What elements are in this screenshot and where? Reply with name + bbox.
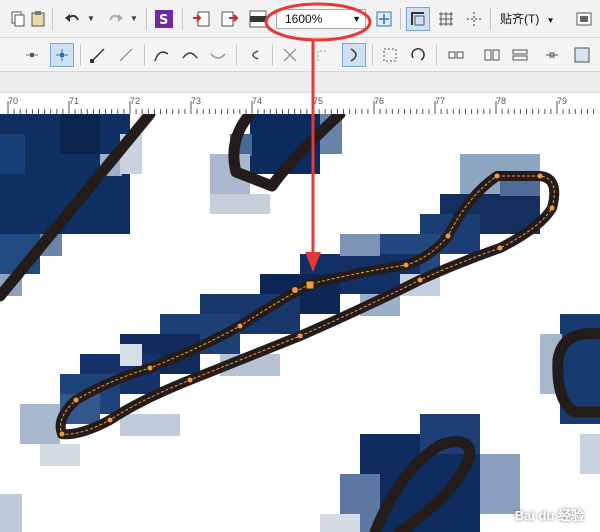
mirror-icon[interactable] bbox=[480, 43, 504, 67]
line-tool-icon[interactable] bbox=[86, 43, 110, 67]
rotate-icon[interactable] bbox=[406, 43, 430, 67]
zoom-level-value: 1600% bbox=[285, 12, 323, 26]
undo-dropdown-icon[interactable]: ▼ bbox=[87, 14, 95, 23]
extract-subpath-icon[interactable] bbox=[342, 43, 366, 67]
snap-to-button[interactable]: 贴齐(T) ▼ bbox=[496, 9, 559, 29]
grid-icon[interactable] bbox=[434, 7, 458, 31]
node-tool-icon[interactable] bbox=[50, 43, 74, 67]
ruler-ticks bbox=[7, 101, 595, 115]
ruler-label: 73 bbox=[191, 96, 202, 106]
align-nodes-icon[interactable] bbox=[444, 43, 468, 67]
reverse-direction-icon[interactable] bbox=[242, 43, 266, 67]
settings-icon[interactable] bbox=[572, 7, 596, 31]
guidelines-icon[interactable] bbox=[462, 7, 486, 31]
elastic-mode-icon[interactable] bbox=[540, 43, 564, 67]
ruler-label: 70 bbox=[8, 96, 19, 106]
import-icon[interactable] bbox=[190, 7, 214, 31]
selected-node[interactable] bbox=[305, 280, 315, 290]
smooth-node-icon[interactable] bbox=[178, 43, 202, 67]
horizontal-ruler[interactable]: 70 71 72 73 74 75 76 77 78 79 bbox=[0, 92, 600, 116]
chevron-down-icon: ▼ bbox=[546, 16, 555, 25]
redo-icon[interactable] bbox=[104, 7, 128, 31]
join-node-icon[interactable] bbox=[312, 43, 336, 67]
break-node-icon[interactable] bbox=[278, 43, 302, 67]
add-node-icon[interactable] bbox=[20, 43, 44, 67]
zoom-level-select[interactable]: 1600% ▼ bbox=[276, 9, 366, 29]
stretch-node-icon[interactable] bbox=[378, 43, 402, 67]
chevron-down-icon: ▼ bbox=[352, 14, 361, 24]
undo-icon[interactable] bbox=[60, 7, 84, 31]
ruler-label: 78 bbox=[496, 96, 507, 106]
cusp-node-icon[interactable] bbox=[150, 43, 174, 67]
page-frame-icon[interactable] bbox=[406, 7, 430, 31]
ruler-label: 74 bbox=[252, 96, 263, 106]
svg-text:S: S bbox=[159, 13, 168, 28]
standard-toolbar: ▼ ▼ S 1600% ▼ 贴齐(T) ▼ bbox=[0, 0, 600, 38]
reflect-icon[interactable] bbox=[508, 43, 532, 67]
ruler-label: 77 bbox=[435, 96, 446, 106]
pdf-icon[interactable] bbox=[246, 7, 270, 31]
publish-icon[interactable]: S bbox=[152, 7, 176, 31]
redo-dropdown-icon[interactable]: ▼ bbox=[130, 14, 138, 23]
drawing-canvas[interactable]: Bai du 经验 bbox=[0, 114, 600, 532]
paste-icon[interactable] bbox=[26, 7, 50, 31]
symmetric-node-icon[interactable] bbox=[206, 43, 230, 67]
ruler-label: 79 bbox=[557, 96, 568, 106]
select-all-nodes-icon[interactable] bbox=[570, 43, 594, 67]
ruler-gap bbox=[0, 72, 600, 92]
watermark-text: Bai du 经验 bbox=[514, 508, 584, 523]
ruler-label: 75 bbox=[313, 96, 324, 106]
property-bar bbox=[0, 38, 600, 72]
ruler-label: 71 bbox=[69, 96, 80, 106]
full-screen-icon[interactable] bbox=[372, 7, 396, 31]
watermark-logo: Bai du 经验 bbox=[515, 505, 584, 524]
curve-icon[interactable] bbox=[114, 43, 138, 67]
ruler-label: 76 bbox=[374, 96, 385, 106]
ruler-label: 72 bbox=[130, 96, 141, 106]
snap-to-label: 贴齐(T) bbox=[500, 12, 540, 26]
export-icon[interactable] bbox=[218, 7, 242, 31]
